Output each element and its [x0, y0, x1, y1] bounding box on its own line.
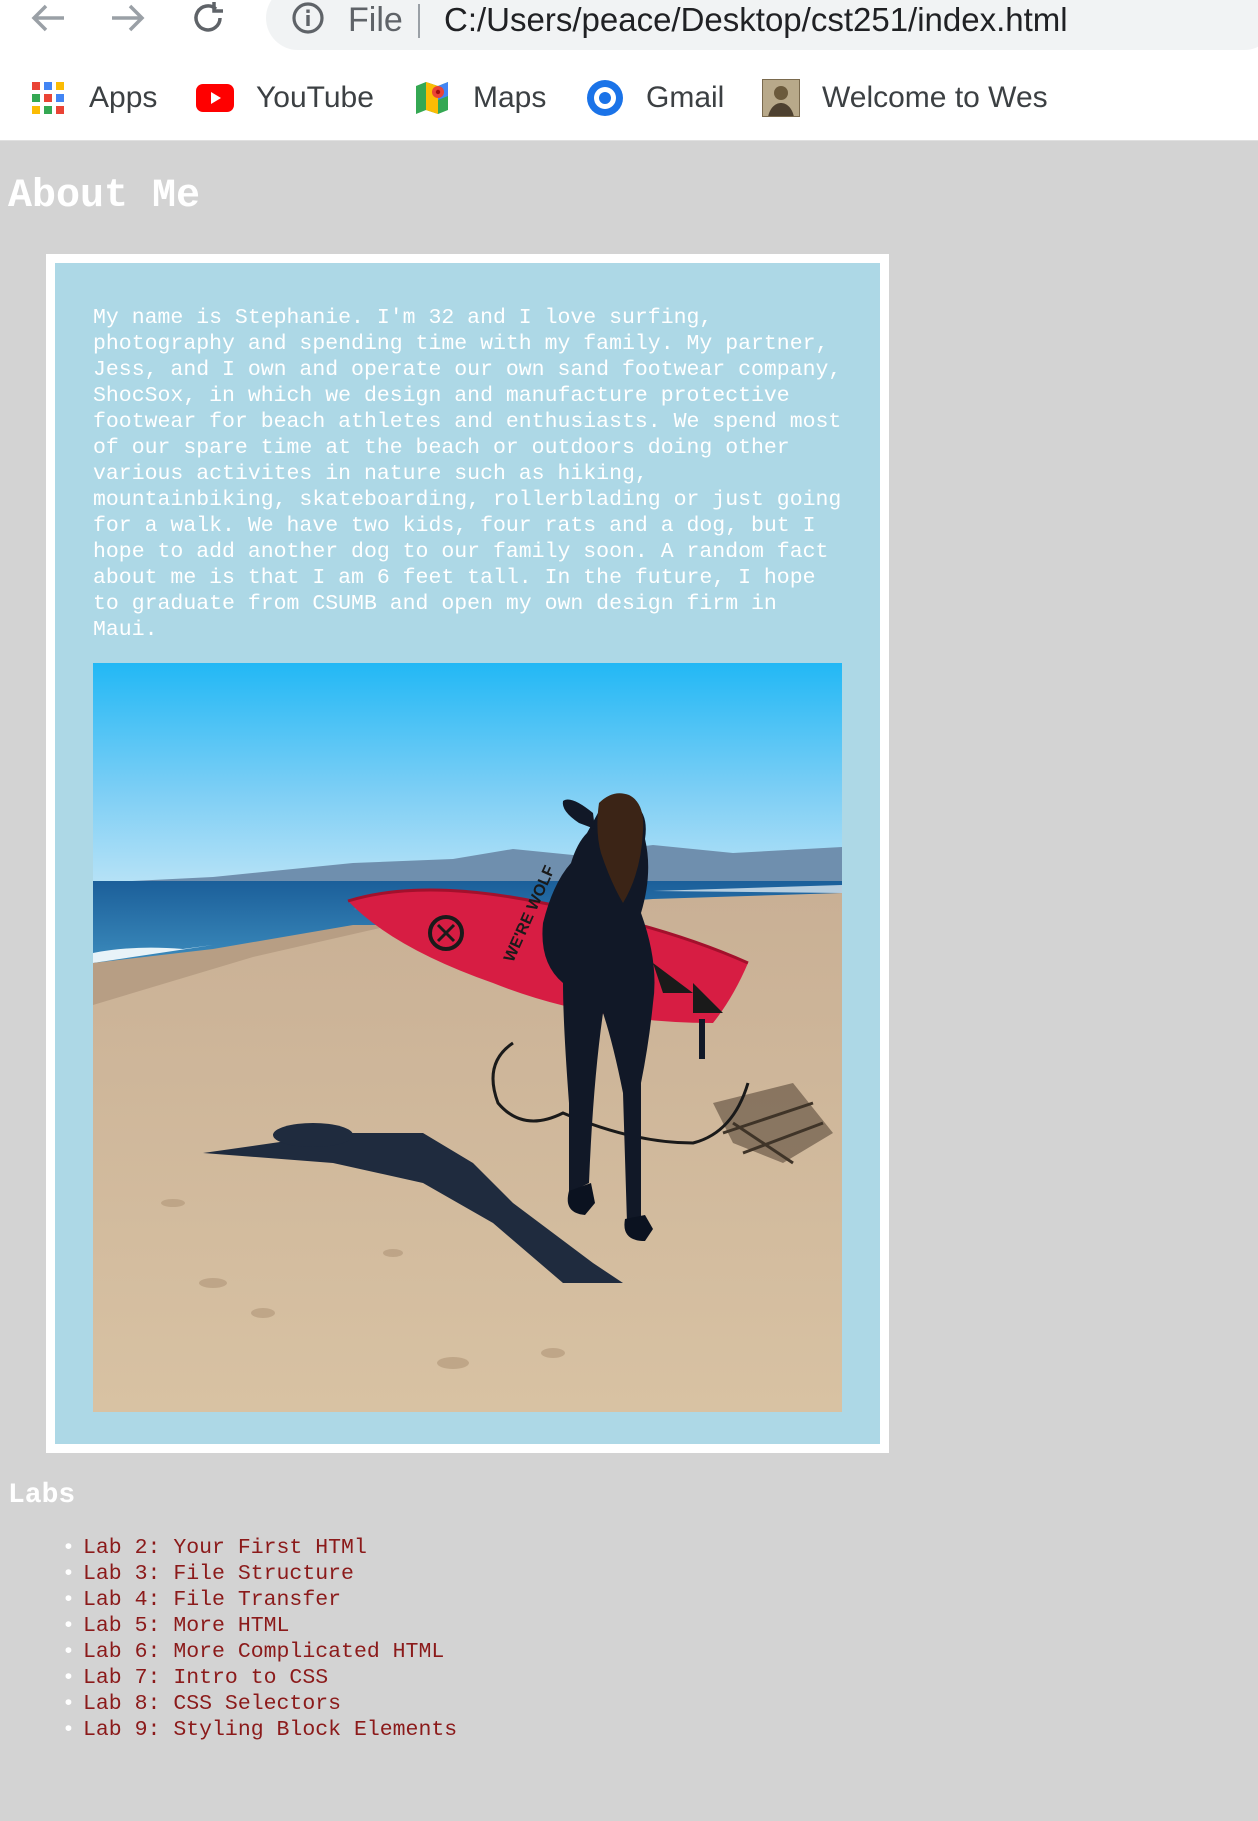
about-card: My name is Stephanie. I'm 32 and I love … — [55, 263, 880, 1444]
bookmark-maps[interactable]: Maps — [413, 75, 546, 121]
about-card-border: My name is Stephanie. I'm 32 and I love … — [46, 254, 889, 1453]
gmail-icon — [586, 79, 624, 117]
bookmark-label: Maps — [473, 81, 547, 114]
address-separator — [418, 4, 420, 38]
lab-link[interactable]: Lab 9: Styling Block Elements — [83, 1718, 457, 1742]
back-arrow-icon — [31, 4, 64, 32]
labs-heading: Labs — [8, 1480, 76, 1511]
bookmark-youtube[interactable]: YouTube — [196, 75, 374, 121]
bookmark-apps[interactable]: Apps — [29, 75, 157, 121]
lab-link[interactable]: Lab 7: Intro to CSS — [83, 1666, 328, 1690]
bullet-icon: • — [62, 1536, 75, 1560]
labs-list: • Lab 2: Your First HTMl • Lab 3: File Str… — [62, 1535, 457, 1743]
bookmarks-bar: Apps YouTube Maps Gmail Welcome to Wes — [0, 61, 1258, 141]
list-item: • Lab 2: Your First HTMl — [62, 1535, 457, 1561]
bullet-icon: • — [62, 1718, 75, 1742]
lab-link[interactable]: Lab 8: CSS Selectors — [83, 1692, 341, 1716]
bookmark-label: Apps — [89, 81, 158, 114]
browser-toolbar: File C:/Users/peace/Desktop/cst251/index… — [0, 0, 1258, 61]
list-item: • Lab 3: File Structure — [62, 1561, 457, 1587]
forward-arrow-icon — [112, 4, 145, 32]
reload-icon — [194, 2, 223, 32]
maps-icon — [413, 79, 451, 117]
lab-link[interactable]: Lab 5: More HTML — [83, 1614, 289, 1638]
bookmark-label: Gmail — [646, 81, 725, 114]
lab-link[interactable]: Lab 4: File Transfer — [83, 1588, 341, 1612]
bullet-icon: • — [62, 1640, 75, 1664]
bullet-icon: • — [62, 1614, 75, 1638]
list-item: • Lab 6: More Complicated HTML — [62, 1639, 457, 1665]
bio-paragraph: My name is Stephanie. I'm 32 and I love … — [93, 306, 842, 642]
lab-link[interactable]: Lab 6: More Complicated HTML — [83, 1640, 444, 1664]
scheme-label: File — [348, 1, 403, 39]
url-text[interactable]: C:/Users/peace/Desktop/cst251/index.html — [444, 0, 1068, 40]
list-item: • Lab 5: More HTML — [62, 1613, 457, 1639]
apps-grid-icon — [29, 79, 67, 117]
info-icon[interactable] — [290, 0, 326, 36]
bullet-icon: • — [62, 1562, 75, 1586]
list-item: • Lab 8: CSS Selectors — [62, 1691, 457, 1717]
lab-link[interactable]: Lab 2: Your First HTMl — [83, 1536, 367, 1560]
list-item: • Lab 9: Styling Block Elements — [62, 1717, 457, 1743]
youtube-icon — [196, 79, 234, 117]
bullet-icon: • — [62, 1588, 75, 1612]
address-bar[interactable]: File C:/Users/peace/Desktop/cst251/index… — [266, 0, 1258, 50]
forward-button[interactable] — [106, 0, 150, 36]
lab-link[interactable]: Lab 3: File Structure — [83, 1562, 354, 1586]
reload-button[interactable] — [186, 0, 230, 36]
surfer-on-beach-photo: WE'RE WOLF — [93, 663, 842, 1412]
bullet-icon: • — [62, 1666, 75, 1690]
list-item: • Lab 4: File Transfer — [62, 1587, 457, 1613]
back-button[interactable] — [26, 0, 70, 36]
page-title: About Me — [8, 174, 201, 219]
bullet-icon: • — [62, 1692, 75, 1716]
bookmark-gmail[interactable]: Gmail — [586, 75, 724, 121]
bookmark-welcome[interactable]: Welcome to Wes — [762, 75, 1048, 121]
bookmark-label: Welcome to Wes — [822, 81, 1048, 114]
list-item: • Lab 7: Intro to CSS — [62, 1665, 457, 1691]
page-content: About Me My name is Stephanie. I'm 32 an… — [0, 141, 1258, 1821]
site-favicon-icon — [762, 79, 800, 117]
bookmark-label: YouTube — [256, 81, 374, 114]
